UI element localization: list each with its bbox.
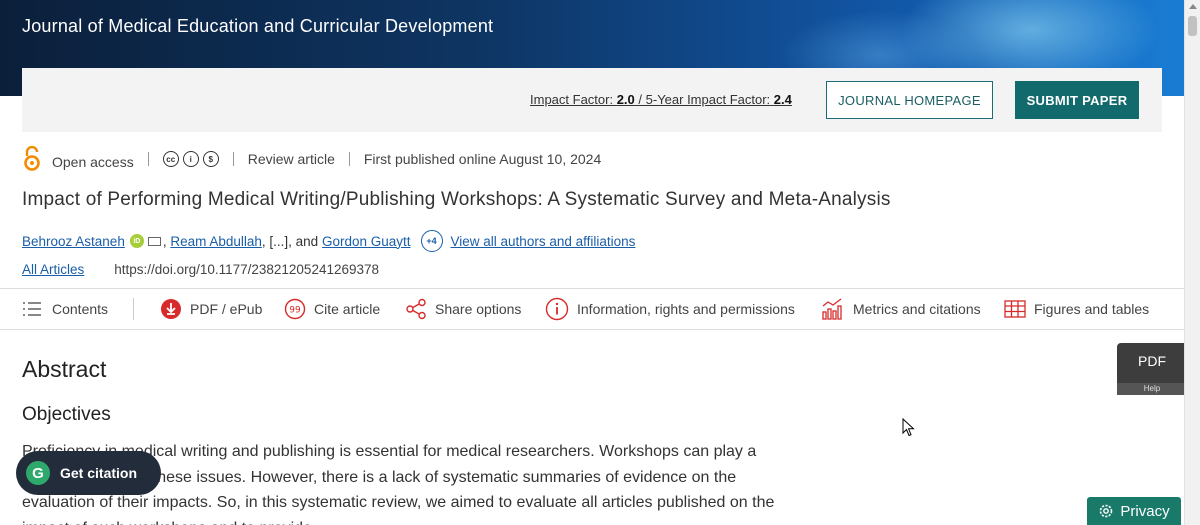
article-meta: Open access cc i $ Review article First … — [22, 145, 602, 172]
abstract-heading: Abstract — [22, 356, 107, 382]
download-icon — [161, 299, 181, 319]
share-options-button[interactable]: Share options — [405, 289, 521, 329]
five-year-value: 2.4 — [773, 92, 792, 107]
gear-icon — [1100, 504, 1113, 518]
citation-logo-icon: G — [26, 461, 50, 485]
impact-bar: Impact Factor: 2.0 / 5-Year Impact Facto… — [22, 68, 1162, 132]
divider — [348, 152, 350, 166]
author-list: Behrooz Astaneh iD , Ream Abdullah , [..… — [22, 230, 635, 252]
publication-date: First published online August 10, 2024 — [363, 151, 602, 167]
more-authors-button[interactable]: +4 — [420, 230, 443, 252]
figures-tables-label: Figures and tables — [1034, 301, 1150, 317]
share-options-label: Share options — [435, 301, 522, 317]
scroll-up-arrow-icon[interactable] — [1189, 4, 1197, 9]
divider — [147, 152, 149, 166]
view-all-authors-link[interactable]: View all authors and affiliations — [451, 234, 636, 249]
table-icon — [1004, 300, 1026, 318]
cite-article-button[interactable]: 99 Cite article — [284, 289, 380, 329]
open-access-icon — [22, 145, 42, 172]
all-articles-link[interactable]: All Articles — [22, 262, 84, 277]
mouse-cursor-icon — [902, 418, 915, 437]
information-button[interactable]: Information, rights and permissions — [545, 289, 795, 329]
mail-icon[interactable] — [147, 236, 161, 246]
privacy-button[interactable]: Privacy — [1087, 497, 1181, 525]
objectives-heading: Objectives — [22, 404, 111, 425]
info-icon — [545, 297, 569, 321]
open-access-label: Open access — [52, 154, 134, 170]
page-scrollbar[interactable] — [1184, 0, 1200, 525]
journal-title[interactable]: Journal of Medical Education and Curricu… — [22, 16, 493, 37]
get-citation-label: Get citation — [60, 465, 138, 481]
cc-icon: cc — [162, 151, 179, 167]
author-link[interactable]: Ream Abdullah — [170, 234, 262, 249]
privacy-label: Privacy — [1120, 502, 1170, 520]
divider — [133, 298, 134, 320]
share-icon — [406, 298, 426, 320]
pdf-side-tab[interactable]: PDF Help — [1117, 343, 1187, 395]
contents-label: Contents — [52, 301, 109, 317]
orcid-icon[interactable]: iD — [129, 234, 144, 248]
divider — [232, 152, 234, 166]
article-title: Impact of Performing Medical Writing/Pub… — [22, 189, 891, 210]
cite-article-label: Cite article — [314, 301, 381, 317]
list-icon — [23, 302, 41, 316]
author-separator: , [...], and — [261, 233, 322, 249]
impact-factor[interactable]: Impact Factor: 2.0 / 5-Year Impact Facto… — [530, 92, 792, 107]
quote-icon: 99 — [284, 298, 306, 320]
journal-homepage-button[interactable]: JOURNAL HOMEPAGE — [826, 81, 993, 119]
noncommercial-icon: $ — [202, 151, 219, 167]
article-toolbar: Contents PDF / ePub 99 Cite article Shar… — [0, 288, 1200, 330]
pdf-epub-button[interactable]: PDF / ePub — [160, 289, 262, 329]
doi-row: All Articles https://doi.org/10.1177/238… — [22, 262, 379, 277]
author-link[interactable]: Gordon Guaytt — [322, 234, 411, 249]
impact-factor-value: 2.0 — [616, 92, 635, 107]
five-year-label: / 5-Year Impact Factor: — [638, 92, 771, 107]
pdf-tab-label: PDF — [1138, 353, 1166, 369]
pdf-epub-label: PDF / ePub — [190, 301, 263, 317]
metrics-chart-icon — [822, 298, 842, 320]
impact-factor-label: Impact Factor: — [530, 92, 614, 107]
submit-paper-button[interactable]: SUBMIT PAPER — [1015, 81, 1139, 119]
author-link[interactable]: Behrooz Astaneh — [22, 234, 125, 249]
metrics-button[interactable]: Metrics and citations — [821, 289, 981, 329]
attribution-icon: i — [182, 151, 199, 167]
figures-tables-button[interactable]: Figures and tables — [1004, 289, 1149, 329]
contents-button[interactable]: Contents — [22, 289, 108, 329]
metrics-label: Metrics and citations — [853, 301, 981, 317]
information-label: Information, rights and permissions — [577, 301, 795, 317]
svg-text:99: 99 — [289, 306, 301, 316]
scroll-thumb[interactable] — [1188, 16, 1197, 36]
get-citation-button[interactable]: G Get citation — [16, 451, 161, 495]
doi-link[interactable]: https://doi.org/10.1177/2382120524126937… — [114, 262, 379, 277]
license-icons[interactable]: cc i $ — [162, 151, 219, 167]
help-label[interactable]: Help — [1117, 383, 1187, 395]
article-type: Review article — [247, 151, 335, 167]
